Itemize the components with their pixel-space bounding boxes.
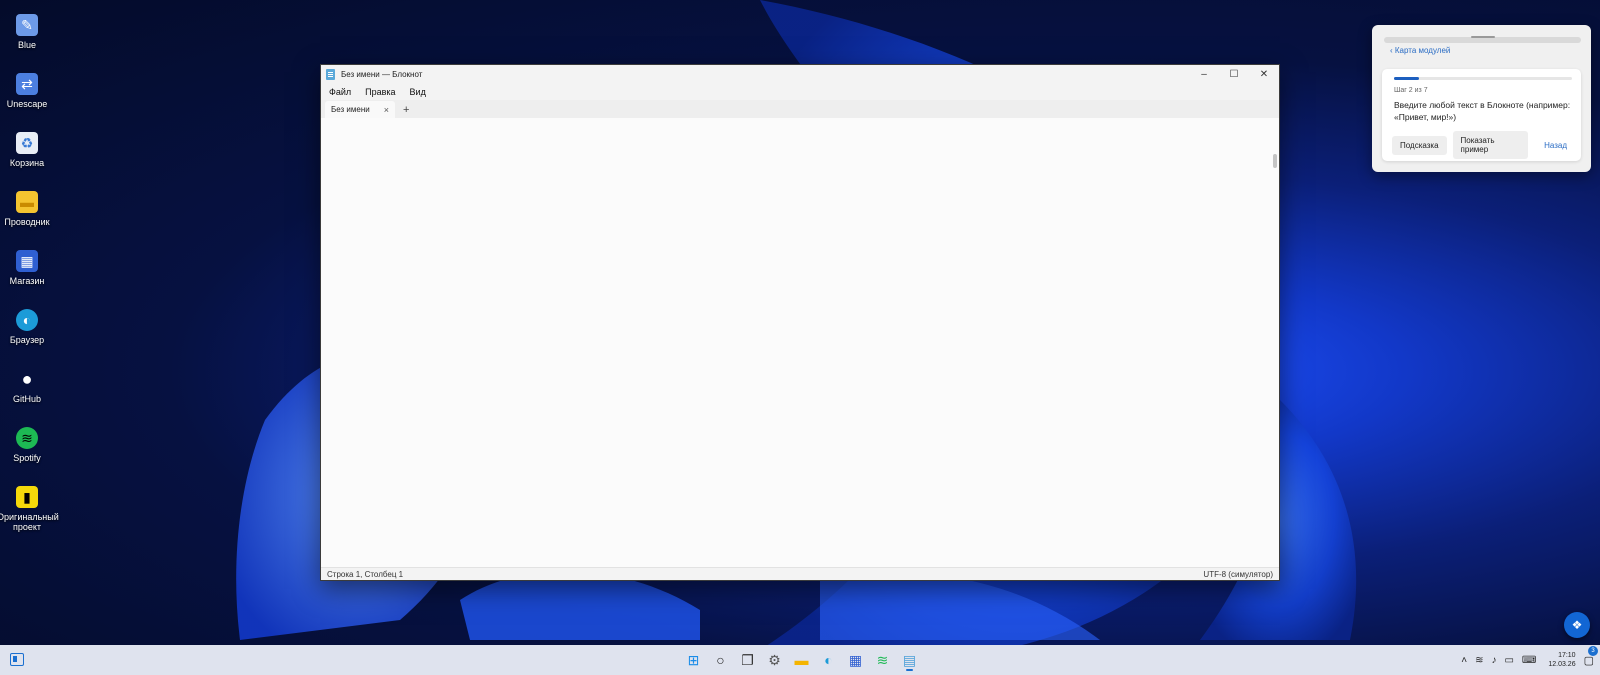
settings-gear-icon[interactable]: ⚙ <box>761 649 788 671</box>
clock-time: 17:10 <box>1558 652 1576 659</box>
desktop-icon-label: Blue <box>17 40 36 50</box>
desktop-icon-label: GitHub <box>12 394 41 404</box>
menu-view[interactable]: Вид <box>408 87 428 97</box>
folder-icon: ▬ <box>16 191 38 213</box>
desktop-icon-blue[interactable]: ✎ Blue <box>0 8 54 67</box>
blue-app-icon: ✎ <box>16 14 38 36</box>
status-bar: Строка 1, Столбец 1 UTF-8 (симулятор) <box>321 567 1279 580</box>
store-icon: ▦ <box>16 250 38 272</box>
notepad-window: Без имени — Блокнот – ☐ ✕ Файл Правка Ви… <box>320 64 1280 581</box>
search-icon[interactable]: ○ <box>707 649 734 671</box>
desktop-icon-original-project[interactable]: ▮ Оригинальный проект <box>0 480 59 539</box>
layers-icon: ❖ <box>1571 618 1583 632</box>
encoding-label: UTF-8 (симулятор) <box>1203 569 1273 579</box>
original-project-icon: ▮ <box>16 486 38 508</box>
hint-button[interactable]: Подсказка <box>1392 135 1447 155</box>
task-view-icon[interactable]: ❐ <box>734 649 761 671</box>
step-progress-bar <box>1394 77 1572 80</box>
chevron-up-icon[interactable]: ˄ <box>1461 655 1467 666</box>
recycle-bin-icon: ♻ <box>16 132 38 154</box>
edge-browser-icon: ◐ <box>16 309 38 331</box>
clock[interactable]: 17:10 12.03.26 <box>1548 651 1575 669</box>
tab-label: Без имени <box>331 105 370 114</box>
step-instruction: Введите любой текст в Блокноте (например… <box>1394 100 1571 122</box>
menu-file[interactable]: Файл <box>327 87 353 97</box>
step-buttons: Подсказка Показать пример Назад <box>1392 131 1581 159</box>
close-tab-icon[interactable]: × <box>384 105 389 115</box>
menu-bar: Файл Правка Вид <box>321 83 1279 100</box>
step-card: Шаг 2 из 7 Введите любой текст в Блокнот… <box>1382 69 1581 161</box>
desktop-icon-label: Магазин <box>9 276 45 286</box>
edge-browser-icon[interactable]: ◐ <box>815 649 842 671</box>
desktop-icon-spotify[interactable]: ≋ Spotify <box>0 421 54 480</box>
cursor-position: Строка 1, Столбец 1 <box>327 569 404 579</box>
window-controls: – ☐ ✕ <box>1189 65 1279 83</box>
layers-fab-button[interactable]: ❖ <box>1564 612 1590 638</box>
desktop-icons: ✎ Blue ⇄ Unescape ♻ Корзина ▬ Проводник … <box>0 8 59 539</box>
taskbar: ⊞ ○ ❐ ⚙ ▬ ◐ ▦ ≋ ▤ ˄ ≋ ♪ ▭ ⌨ 17:10 12.03.… <box>0 645 1600 675</box>
text-editor-area[interactable] <box>321 118 1279 568</box>
spotify-icon[interactable]: ≋ <box>869 649 896 671</box>
wifi-icon[interactable]: ≋ <box>1475 655 1483 666</box>
windows-start-icon[interactable]: ⊞ <box>680 649 707 671</box>
new-tab-button[interactable]: + <box>403 104 409 116</box>
volume-icon[interactable]: ♪ <box>1491 655 1496 666</box>
notification-icon[interactable]: ▢ 3 <box>1584 645 1598 667</box>
desktop-icon-label: Корзина <box>9 158 45 168</box>
back-button[interactable]: Назад <box>1536 136 1575 155</box>
folder-icon[interactable]: ▬ <box>788 649 815 671</box>
notification-badge: 3 <box>1588 645 1598 656</box>
battery-icon[interactable]: ▭ <box>1504 655 1513 666</box>
clock-date: 12.03.26 <box>1548 661 1576 668</box>
taskbar-apps: ⊞ ○ ❐ ⚙ ▬ ◐ ▦ ≋ ▤ <box>680 649 923 671</box>
title-bar[interactable]: Без имени — Блокнот – ☐ ✕ <box>321 65 1279 83</box>
desktop-icon-label: Unescape <box>6 99 48 109</box>
widgets-icon[interactable] <box>10 653 24 666</box>
drag-handle[interactable] <box>1384 36 1581 43</box>
show-example-button[interactable]: Показать пример <box>1452 131 1529 159</box>
tab-bar: Без имени × + <box>321 100 1279 118</box>
notepad-icon <box>326 68 335 80</box>
unescape-icon: ⇄ <box>16 73 38 95</box>
desktop-icon-store[interactable]: ▦ Магазин <box>0 244 54 303</box>
progress-fill <box>1394 77 1420 80</box>
module-map-link[interactable]: ‹ Карта модулей <box>1390 46 1450 55</box>
github-icon: ● <box>21 368 33 389</box>
desktop-icon-label: Проводник <box>4 217 50 227</box>
desktop-icon-label: Spotify <box>13 453 41 463</box>
desktop-icon-unescape[interactable]: ⇄ Unescape <box>0 67 54 126</box>
step-counter: Шаг 2 из 7 <box>1394 87 1428 94</box>
minimize-button[interactable]: – <box>1189 65 1219 83</box>
window-title: Без имени — Блокнот <box>341 69 423 79</box>
desktop-icon-label: Оригинальный проект <box>0 512 59 532</box>
keyboard-icon[interactable]: ⌨ <box>1522 655 1536 666</box>
desktop-icon-github[interactable]: ● GitHub <box>0 362 54 421</box>
spotify-icon: ≋ <box>16 427 38 449</box>
desktop-icon-label: Браузер <box>9 335 45 345</box>
system-tray: ˄ ≋ ♪ ▭ ⌨ 17:10 12.03.26 ▢ 3 <box>1453 645 1598 675</box>
desktop-icon-browser[interactable]: ◐ Браузер <box>0 303 54 362</box>
maximize-button[interactable]: ☐ <box>1219 65 1249 83</box>
desktop-icon-recycle-bin[interactable]: ♻ Корзина <box>0 126 54 185</box>
close-button[interactable]: ✕ <box>1249 65 1279 83</box>
tutorial-panel: ‹ Карта модулей Шаг 2 из 7 Введите любой… <box>1372 25 1591 172</box>
notepad-icon[interactable]: ▤ <box>896 649 923 671</box>
scrollbar-thumb[interactable] <box>1273 154 1277 168</box>
menu-edit[interactable]: Правка <box>363 87 397 97</box>
store-icon[interactable]: ▦ <box>842 649 869 671</box>
tab-untitled[interactable]: Без имени × <box>325 101 395 118</box>
desktop-icon-explorer[interactable]: ▬ Проводник <box>0 185 54 244</box>
